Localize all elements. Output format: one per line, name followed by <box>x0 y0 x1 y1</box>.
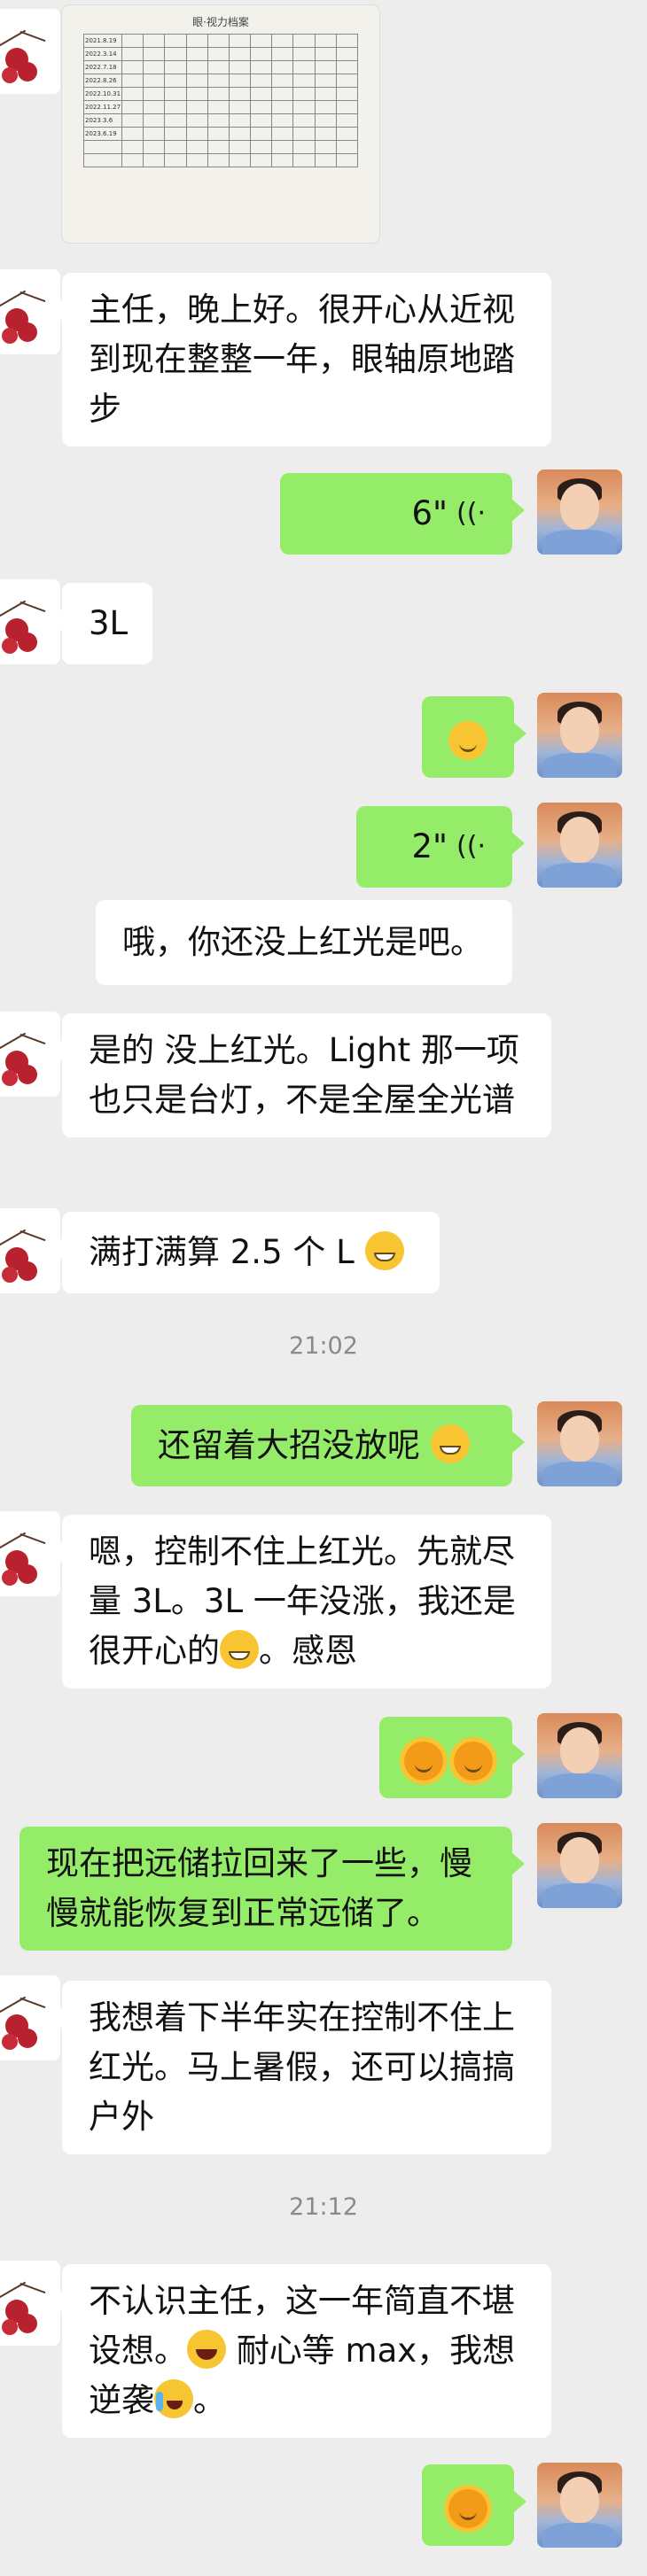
quoted-message[interactable]: 哦，你还没上红光是吧。 <box>96 900 512 985</box>
rofl-emoji <box>154 2379 193 2418</box>
incoming-message[interactable]: 3L <box>50 583 152 664</box>
voice-message[interactable]: 2" ((· <box>356 806 525 888</box>
grin-emoji <box>430 1424 470 1463</box>
my-avatar[interactable] <box>537 1823 622 1908</box>
photo-header: 眼·视力档案 <box>192 16 249 28</box>
incoming-message[interactable]: 是的 没上红光。Light 那一项也只是台灯，不是全屋全光谱 <box>50 1013 551 1137</box>
message-row: 眼·视力档案 2021.8.19 2022.3.14 2022.7.18 202… <box>0 0 647 257</box>
my-avatar[interactable] <box>537 2463 622 2548</box>
image-message[interactable]: 眼·视力档案 2021.8.19 2022.3.14 2022.7.18 202… <box>62 5 379 243</box>
emoji-message[interactable] <box>379 1717 525 1798</box>
grin-emoji <box>220 1630 259 1669</box>
incoming-message[interactable]: 嗯，控制不住上红光。先就尽量 3L。3L 一年没涨，我还是很开心的 。感恩 <box>50 1515 551 1688</box>
voice-wave-icon: ((· <box>456 498 486 529</box>
incoming-message[interactable]: 满打满算 2.5 个 L <box>50 1212 440 1293</box>
incoming-message[interactable]: 我想着下半年实在控制不住上红光。马上暑假，还可以搞搞户外 <box>50 1981 551 2154</box>
chat-view: 眼·视力档案 2021.8.19 2022.3.14 2022.7.18 202… <box>0 0 647 2576</box>
emoji-message[interactable] <box>422 2464 526 2546</box>
sun-emoji <box>453 1742 493 1781</box>
outgoing-message[interactable]: 现在把远储拉回来了一些，慢慢就能恢复到正常远储了。 <box>19 1827 525 1951</box>
sun-emoji <box>448 2489 487 2528</box>
my-avatar[interactable] <box>537 1401 622 1486</box>
grin-emoji <box>364 1231 404 1270</box>
voice-wave-icon: ((· <box>456 831 486 862</box>
sun-emoji <box>404 1742 443 1781</box>
outgoing-message[interactable]: 还留着大招没放呢 <box>131 1405 525 1486</box>
voice-message[interactable]: 6" ((· <box>280 473 525 555</box>
contact-avatar[interactable] <box>0 9 60 94</box>
my-avatar[interactable] <box>537 803 622 888</box>
my-avatar[interactable] <box>537 469 622 555</box>
incoming-message[interactable]: 主任，晚上好。很开心从近视到现在整整一年，眼轴原地踏步 <box>50 273 551 446</box>
emoji-message[interactable] <box>422 696 526 778</box>
smile-emoji <box>448 721 487 760</box>
timestamp: 21:02 <box>289 1332 358 1360</box>
my-avatar[interactable] <box>537 693 622 778</box>
tears-of-joy-emoji <box>187 2330 226 2369</box>
timestamp: 21:12 <box>289 2193 358 2221</box>
incoming-message[interactable]: 不认识主任，这一年简直不堪设想。 耐心等 max，我想逆袭。 <box>50 2264 551 2438</box>
record-table: 2021.8.19 2022.3.14 2022.7.18 2022.8.26 … <box>82 34 359 167</box>
my-avatar[interactable] <box>537 1713 622 1798</box>
